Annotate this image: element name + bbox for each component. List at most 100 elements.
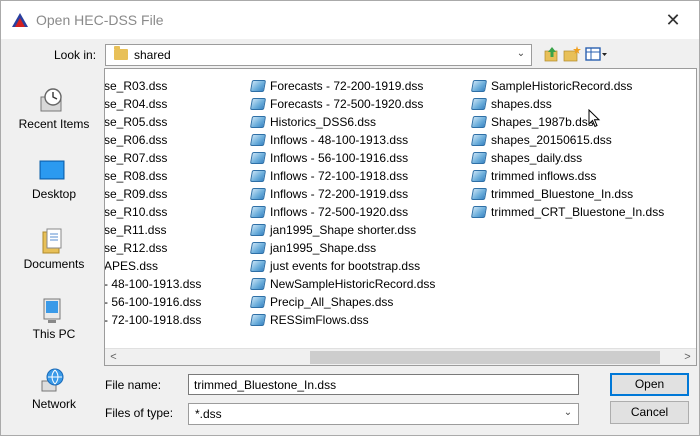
- places-sidebar: Recent Items Desktop Documents This PC N…: [7, 69, 97, 435]
- file-item[interactable]: se_R05.dss: [104, 113, 168, 131]
- file-item[interactable]: se_R12.dss: [104, 239, 168, 257]
- file-item[interactable]: se_R08.dss: [105, 167, 167, 185]
- file-item[interactable]: se_R10.dss: [104, 203, 168, 221]
- cancel-button[interactable]: Cancel: [610, 401, 689, 424]
- scrollbar-thumb[interactable]: [310, 351, 660, 364]
- file-item[interactable]: trimmed_Bluestone_In.dss: [470, 185, 633, 203]
- file-name: Forecasts - 72-200-1919.dss: [270, 79, 424, 93]
- file-item[interactable]: - 56-100-1916.dss: [104, 293, 202, 311]
- place-desktop[interactable]: Desktop: [7, 153, 97, 223]
- file-item[interactable]: Historics_DSS6.dss: [249, 113, 377, 131]
- dss-file-icon: [249, 296, 267, 308]
- file-item[interactable]: NewSampleHistoricRecord.dss: [249, 275, 436, 293]
- place-this-pc[interactable]: This PC: [7, 293, 97, 363]
- file-item[interactable]: APES.dss: [105, 257, 158, 275]
- dss-file-icon: [470, 116, 488, 128]
- look-in-dropdown[interactable]: shared ⌄: [105, 44, 532, 66]
- file-item[interactable]: Inflows - 72-100-1918.dss: [249, 167, 408, 185]
- close-button[interactable]: ✕: [663, 10, 683, 31]
- file-name: NewSampleHistoricRecord.dss: [270, 277, 436, 291]
- view-menu-icon[interactable]: [585, 45, 609, 63]
- file-item[interactable]: RESSimFlows.dss: [249, 311, 369, 329]
- file-item[interactable]: se_R07.dss: [105, 149, 167, 167]
- file-name: se_R12.dss: [104, 241, 168, 255]
- file-name: se_R10.dss: [104, 205, 168, 219]
- file-item[interactable]: trimmed inflows.dss: [470, 167, 597, 185]
- file-name: - 56-100-1916.dss: [104, 295, 202, 309]
- dss-file-icon: [470, 134, 488, 146]
- file-name-input[interactable]: [188, 374, 579, 395]
- scroll-left-button[interactable]: <: [105, 349, 122, 365]
- file-item[interactable]: shapes_daily.dss: [470, 149, 583, 167]
- file-name: shapes_daily.dss: [491, 151, 583, 165]
- file-name: Historics_DSS6.dss: [270, 115, 377, 129]
- file-item[interactable]: Inflows - 72-500-1920.dss: [249, 203, 408, 221]
- window-title: Open HEC-DSS File: [36, 12, 164, 28]
- dss-file-icon: [249, 80, 267, 92]
- desktop-icon: [39, 160, 65, 180]
- dss-file-icon: [470, 80, 488, 92]
- dss-file-icon: [249, 98, 267, 110]
- file-item[interactable]: just events for bootstrap.dss: [249, 257, 420, 275]
- scroll-right-button[interactable]: >: [679, 349, 696, 365]
- file-item[interactable]: se_R04.dss: [105, 95, 167, 113]
- place-network[interactable]: Network: [7, 363, 97, 433]
- file-item[interactable]: - 72-100-1918.dss: [105, 311, 201, 329]
- file-name: se_R09.dss: [104, 187, 168, 201]
- dss-file-icon: [249, 224, 267, 236]
- file-name: shapes_20150615.dss: [491, 133, 612, 147]
- file-name: Inflows - 56-100-1916.dss: [270, 151, 409, 165]
- file-item[interactable]: jan1995_Shape shorter.dss: [249, 221, 416, 239]
- file-name: jan1995_Shape.dss: [270, 241, 377, 255]
- file-item[interactable]: jan1995_Shape.dss: [249, 239, 377, 257]
- file-item[interactable]: Forecasts - 72-200-1919.dss: [249, 77, 424, 95]
- files-of-type-dropdown[interactable]: *.dss ⌄: [188, 403, 579, 425]
- dss-file-icon: [470, 206, 488, 218]
- recent-items-icon: [40, 88, 62, 112]
- place-label: Recent Items: [18, 117, 90, 131]
- file-item[interactable]: Inflows - 72-200-1919.dss: [249, 185, 408, 203]
- file-item[interactable]: se_R06.dss: [105, 131, 167, 149]
- place-recent-items[interactable]: Recent Items: [7, 83, 97, 153]
- file-name: se_R11.dss: [104, 223, 167, 237]
- file-item[interactable]: SampleHistoricRecord.dss: [470, 77, 633, 95]
- files-of-type-label: Files of type:: [105, 406, 174, 420]
- file-name-label: File name:: [105, 378, 162, 392]
- dss-file-icon: [249, 134, 267, 146]
- file-name: Inflows - 48-100-1913.dss: [270, 133, 409, 147]
- file-name: RESSimFlows.dss: [270, 313, 369, 327]
- file-name: se_R05.dss: [104, 115, 168, 129]
- file-list[interactable]: se_R03.dss se_R04.dss se_R05.dss se_R06.dss…: [104, 68, 697, 366]
- file-item[interactable]: shapes.dss: [470, 95, 552, 113]
- file-item[interactable]: trimmed_CRT_Bluestone_In.dss: [470, 203, 665, 221]
- place-documents[interactable]: Documents: [7, 223, 97, 293]
- file-name: trimmed_CRT_Bluestone_In.dss: [491, 205, 665, 219]
- dss-file-icon: [249, 116, 267, 128]
- dss-file-icon: [470, 152, 488, 164]
- file-item[interactable]: se_R11.dss: [104, 221, 167, 239]
- look-in-label: Look in:: [54, 48, 97, 62]
- file-item[interactable]: Inflows - 48-100-1913.dss: [249, 131, 409, 149]
- file-name: SampleHistoricRecord.dss: [491, 79, 633, 93]
- file-item[interactable]: Forecasts - 72-500-1920.dss: [249, 95, 423, 113]
- file-item[interactable]: Shapes_1987b.dss: [470, 113, 594, 131]
- chevron-down-icon: ⌄: [563, 407, 573, 418]
- open-button[interactable]: Open: [610, 373, 689, 396]
- up-folder-icon[interactable]: [543, 45, 561, 63]
- dss-file-icon: [249, 260, 267, 272]
- new-folder-icon[interactable]: [563, 45, 581, 63]
- file-item[interactable]: - 48-100-1913.dss: [104, 275, 202, 293]
- file-name: se_R03.dss: [104, 79, 168, 93]
- file-item[interactable]: Inflows - 56-100-1916.dss: [249, 149, 409, 167]
- file-item[interactable]: Precip_All_Shapes.dss: [249, 293, 393, 311]
- horizontal-scrollbar[interactable]: < >: [105, 348, 696, 365]
- file-name: - 48-100-1913.dss: [104, 277, 202, 291]
- file-item[interactable]: se_R03.dss: [104, 77, 168, 95]
- dss-file-icon: [249, 206, 267, 218]
- dss-file-icon: [249, 188, 267, 200]
- file-item[interactable]: se_R09.dss: [104, 185, 168, 203]
- file-name: shapes.dss: [491, 97, 552, 111]
- file-name: trimmed inflows.dss: [491, 169, 597, 183]
- file-item[interactable]: shapes_20150615.dss: [470, 131, 612, 149]
- files-of-type-value: *.dss: [195, 407, 222, 421]
